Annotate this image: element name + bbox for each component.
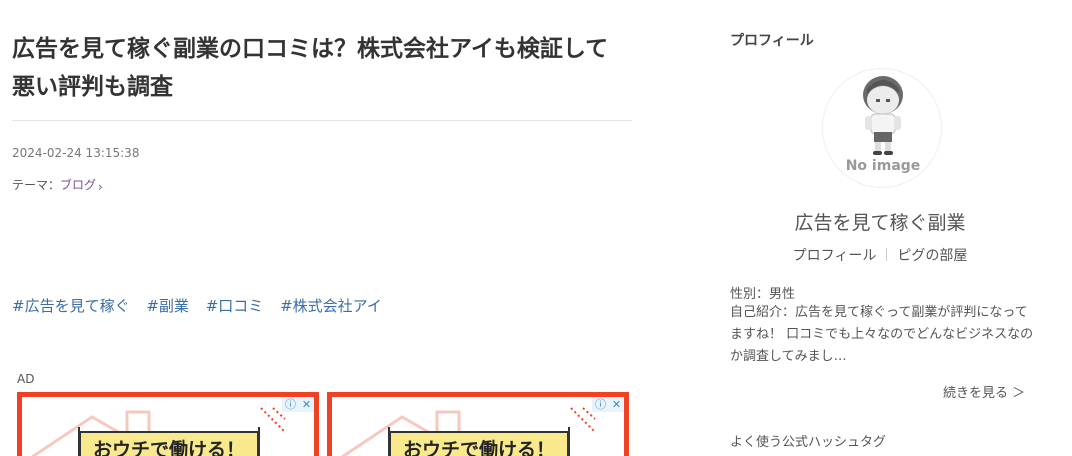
no-image-text: No image <box>845 158 921 174</box>
ad-banner[interactable]: おウチで働ける！ ⓘ ✕ <box>327 392 629 456</box>
theme-label: テーマ： <box>12 178 61 192</box>
article-datetime: 2024-02-24 13:15:38 <box>12 146 140 160</box>
close-icon[interactable]: ✕ <box>612 398 621 412</box>
article-theme: テーマ：ブログ › <box>12 176 103 194</box>
ad-choices[interactable]: ⓘ ✕ <box>282 397 314 412</box>
title-divider <box>12 120 632 121</box>
hashtag-list: #広告を見て稼ぐ #副業 #口コミ #株式会社アイ <box>12 295 394 316</box>
profile-link[interactable]: プロフィール <box>793 248 877 264</box>
profile-nickname[interactable]: 広告を見て稼ぐ副業 <box>730 208 1030 235</box>
close-icon[interactable]: ✕ <box>302 398 311 412</box>
pigg-room-link[interactable]: ピグの部屋 <box>897 248 967 264</box>
hashtag-link[interactable]: #副業 <box>146 297 189 315</box>
official-hashtags-heading: よく使う公式ハッシュタグ <box>730 435 887 450</box>
avatar[interactable]: No image <box>822 68 942 188</box>
ad-banner[interactable]: おウチで働ける！ ⓘ ✕ <box>17 392 319 456</box>
hashtag-link[interactable]: #口コミ <box>206 297 264 315</box>
chevron-right-icon: › <box>98 180 103 194</box>
read-more-link[interactable]: 続きを見る ＞ <box>943 382 1025 401</box>
profile-links: プロフィール ピグの部屋 <box>730 245 1030 265</box>
ad-headline: おウチで働ける！ <box>389 431 569 456</box>
ad-choices[interactable]: ⓘ ✕ <box>592 397 624 412</box>
sidebar: プロフィール No image 広告を見て稼ぐ副業 プロフィール ピグの部屋 性別… <box>730 0 1033 456</box>
sidebar-heading: プロフィール <box>730 33 814 49</box>
hashtag-link[interactable]: #株式会社アイ <box>280 297 382 315</box>
theme-link[interactable]: ブログ <box>60 178 96 192</box>
info-icon[interactable]: ⓘ <box>595 398 606 412</box>
ad-headline: おウチで働ける！ <box>79 431 259 456</box>
info-icon[interactable]: ⓘ <box>285 398 296 412</box>
link-divider <box>886 248 888 261</box>
profile-gender: 性別：男性 <box>730 287 796 302</box>
ad-label: AD <box>17 372 35 386</box>
article-main: 広告を見て稼ぐ副業の口コミは？株式会社アイも検証して悪い評判も調査 2024-0… <box>12 0 632 456</box>
hashtag-link[interactable]: #広告を見て稼ぐ <box>12 297 130 315</box>
profile-intro: 自己紹介：広告を見て稼ぐって副業が評判になってますね！ 口コミでも上々なのでどん… <box>730 305 1034 364</box>
article-title: 広告を見て稼ぐ副業の口コミは？株式会社アイも検証して悪い評判も調査 <box>12 36 609 100</box>
